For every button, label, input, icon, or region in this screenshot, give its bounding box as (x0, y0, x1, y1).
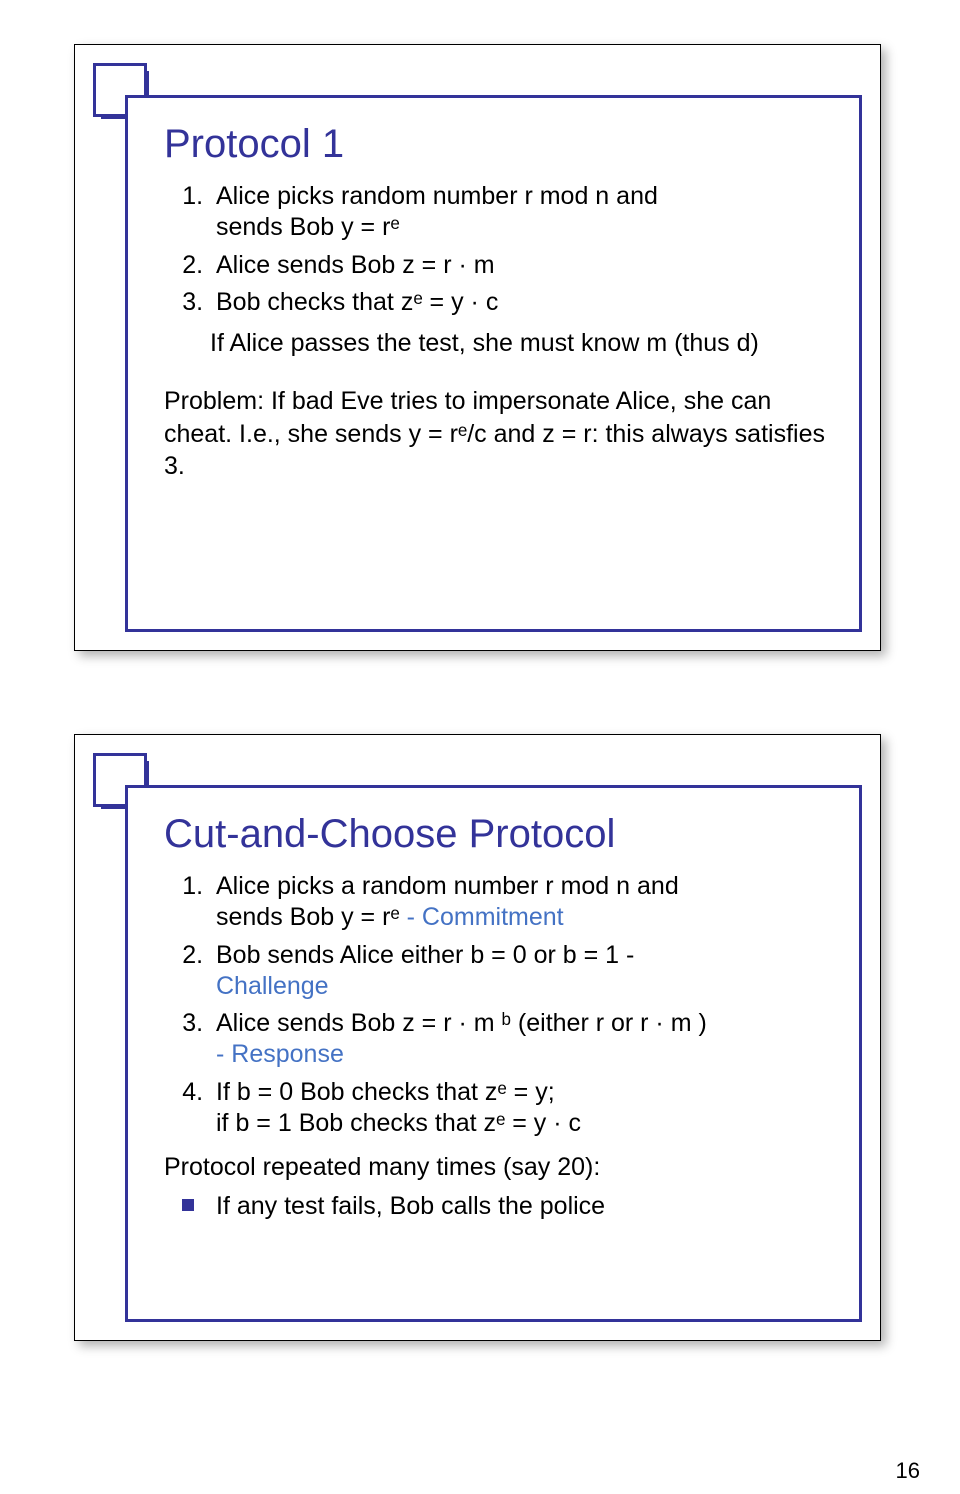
step-1-line2a: sends Bob y = rᵉ (216, 903, 407, 931)
slide-cut-and-choose: Cut-and-Choose Protocol Alice picks a ra… (74, 734, 881, 1341)
step-3-line1: Bob checks that zᵉ = y · c (216, 288, 498, 316)
slide-title: Cut-and-Choose Protocol (164, 812, 829, 857)
problem-text: Problem: If bad Eve tries to impersonate… (164, 385, 829, 483)
step-2: Alice sends Bob z = r · m (210, 250, 829, 281)
slide-frame: Cut-and-Choose Protocol Alice picks a ra… (125, 785, 862, 1322)
step-1-commitment: - Commitment (407, 903, 564, 931)
page: Protocol 1 Alice picks random number r m… (0, 0, 960, 1494)
step-3-line1: Alice sends Bob z = r · m ᵇ (either r or… (216, 1009, 707, 1037)
protocol-steps: Alice picks a random number r mod n and … (164, 871, 829, 1139)
page-number: 16 (896, 1458, 920, 1484)
step-3-cont: If Alice passes the test, she must know … (164, 328, 829, 359)
footer-bullet-1: If any test fails, Bob calls the police (210, 1190, 829, 1223)
slide-title: Protocol 1 (164, 122, 829, 167)
slide-frame: Protocol 1 Alice picks random number r m… (125, 95, 862, 632)
step-4-line2: if b = 1 Bob checks that zᵉ = y · c (216, 1109, 581, 1137)
step-3-response: - Response (216, 1040, 344, 1068)
step-1: Alice picks a random number r mod n and … (210, 871, 829, 934)
step-1: Alice picks random number r mod n and se… (210, 181, 829, 244)
step-2: Bob sends Alice either b = 0 or b = 1 - … (210, 940, 829, 1003)
step-2-challenge: Challenge (216, 972, 329, 1000)
protocol-steps: Alice picks random number r mod n and se… (164, 181, 829, 318)
step-3: Alice sends Bob z = r · m ᵇ (either r or… (210, 1008, 829, 1071)
step-1-line1: Alice picks a random number r mod n and (216, 872, 679, 900)
step-2-line1: Bob sends Alice either b = 0 or b = 1 - (216, 941, 634, 969)
footer-bullets: If any test fails, Bob calls the police (164, 1190, 829, 1223)
step-3: Bob checks that zᵉ = y · c (210, 287, 829, 318)
footer-text: Protocol repeated many times (say 20): (164, 1151, 829, 1184)
step-1-line1: Alice picks random number r mod n and (216, 182, 658, 210)
step-4: If b = 0 Bob checks that zᵉ = y; if b = … (210, 1077, 829, 1140)
step-4-line1: If b = 0 Bob checks that zᵉ = y; (216, 1078, 555, 1106)
step-1-line2: sends Bob y = rᵉ (216, 213, 400, 241)
slide-protocol-1: Protocol 1 Alice picks random number r m… (74, 44, 881, 651)
